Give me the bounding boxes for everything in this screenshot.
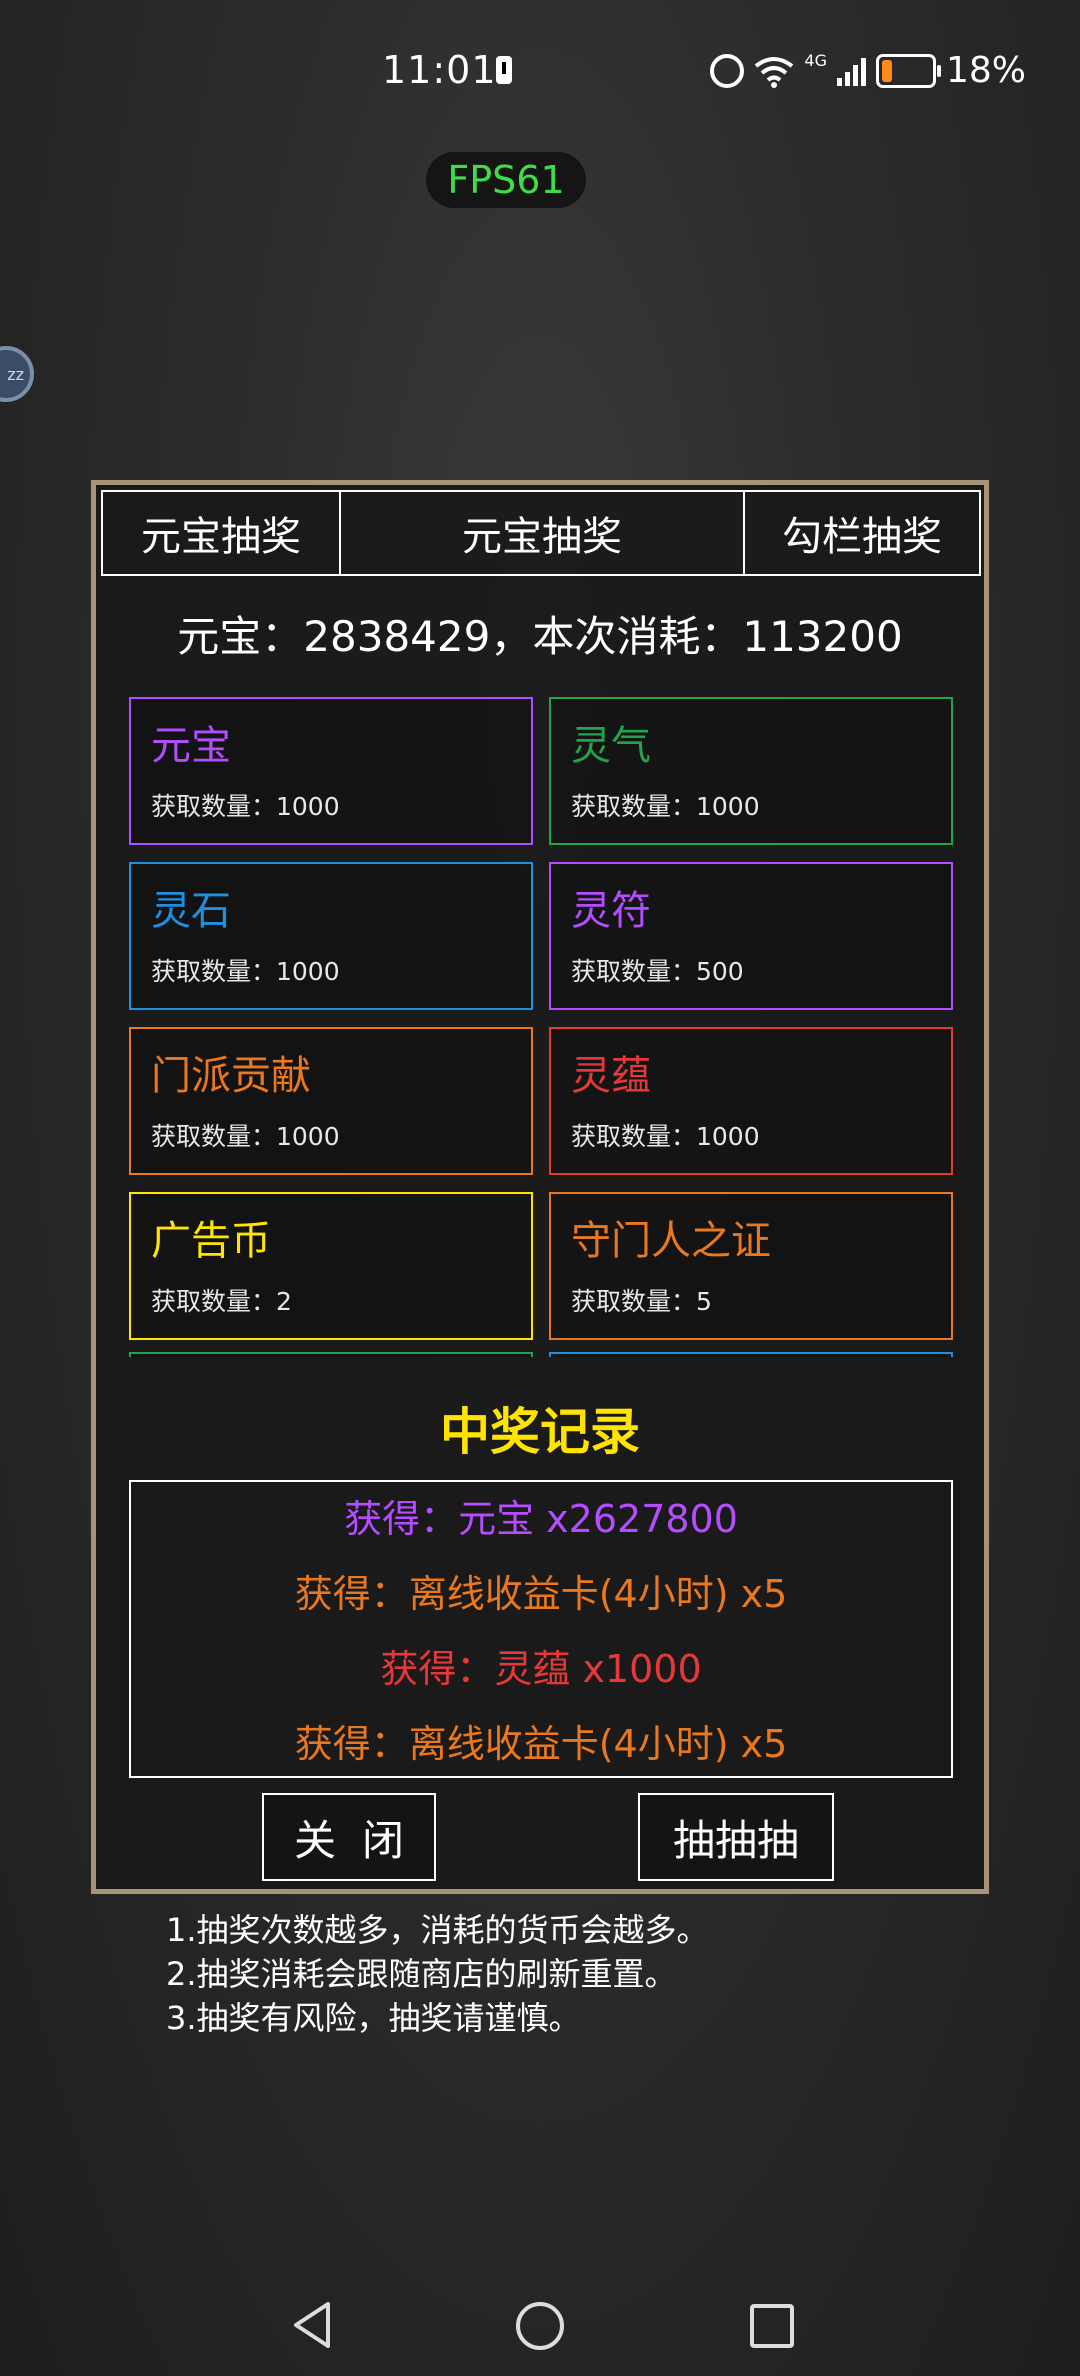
record-item: 获得：离线收益卡(4小时) x5 (294, 1572, 788, 1616)
fps-counter: FPS61 (426, 152, 586, 208)
tab-goulan-lottery[interactable]: 勾栏抽奖 (745, 492, 979, 574)
charging-notification-icon (496, 56, 512, 84)
home-icon[interactable] (516, 2302, 564, 2350)
recent-apps-icon[interactable] (750, 2304, 794, 2348)
prize-name: 灵气 (571, 723, 651, 769)
currency-cost-line: 元宝：2838429，本次消耗：113200 (177, 612, 903, 661)
prize-quantity: 获取数量：500 (571, 957, 744, 986)
prize-name: 元宝 (151, 723, 231, 769)
prize-card[interactable]: 灵气 获取数量：1000 (549, 697, 953, 845)
tab-yuanbao-lottery-1[interactable]: 元宝抽奖 (103, 492, 341, 574)
prize-name: 广告币 (151, 1218, 271, 1264)
prize-card[interactable]: 门派贡献 获取数量：1000 (129, 1027, 533, 1175)
draw-button[interactable]: 抽抽抽 (638, 1793, 834, 1881)
prize-quantity: 获取数量：1000 (571, 792, 760, 821)
prize-card[interactable]: 灵符 获取数量：500 (549, 862, 953, 1010)
prize-card-partial[interactable] (129, 1352, 533, 1357)
prize-card[interactable]: 广告币 获取数量：2 (129, 1192, 533, 1340)
tab-yuanbao-lottery-2[interactable]: 元宝抽奖 (341, 492, 745, 574)
prize-name: 门派贡献 (151, 1053, 311, 1099)
lottery-panel: 元宝抽奖 元宝抽奖 勾栏抽奖 元宝：2838429，本次消耗：113200 元宝… (91, 480, 989, 1894)
back-icon[interactable] (290, 2300, 334, 2350)
prize-card[interactable]: 元宝 获取数量：1000 (129, 697, 533, 845)
prize-card[interactable]: 守门人之证 获取数量：5 (549, 1192, 953, 1340)
status-time: 11:01 (382, 48, 497, 92)
prize-quantity: 获取数量：1000 (151, 957, 340, 986)
prize-name: 守门人之证 (571, 1218, 771, 1264)
battery-icon (875, 53, 941, 88)
lottery-notes: 1.抽奖次数越多，消耗的货币会越多。 2.抽奖消耗会跟随商店的刷新重置。 3.抽… (166, 1908, 709, 2040)
system-nav-bar (0, 2280, 1080, 2376)
lottery-tabs: 元宝抽奖 元宝抽奖 勾栏抽奖 (101, 490, 981, 576)
prize-card[interactable]: 灵蕴 获取数量：1000 (549, 1027, 953, 1175)
floating-assistant-button[interactable]: zz (0, 346, 34, 402)
record-item: 获得：离线收益卡(4小时) x5 (294, 1722, 788, 1766)
close-button[interactable]: 关闭 (262, 1793, 436, 1881)
wifi-icon (755, 56, 794, 88)
record-item: 获得：灵蕴 x1000 (380, 1647, 702, 1691)
status-bar: 11:01 4G 18% (0, 0, 1080, 140)
status-icons: 4G 18% (710, 50, 1026, 91)
note-line: 2.抽奖消耗会跟随商店的刷新重置。 (166, 1955, 677, 1993)
records-title: 中奖记录 (440, 1403, 640, 1461)
prize-quantity: 获取数量：1000 (571, 1122, 760, 1151)
prize-card[interactable]: 灵石 获取数量：1000 (129, 862, 533, 1010)
floating-assistant-label: zz (7, 364, 24, 384)
prize-name: 灵蕴 (571, 1053, 651, 1099)
prize-quantity: 获取数量：1000 (151, 1122, 340, 1151)
prize-card-partial[interactable] (549, 1352, 953, 1357)
note-line: 3.抽奖有风险，抽奖请谨慎。 (166, 1999, 581, 2037)
note-line: 1.抽奖次数越多，消耗的货币会越多。 (166, 1911, 709, 1949)
prize-quantity: 获取数量：1000 (151, 792, 340, 821)
record-item: 获得：元宝 x2627800 (344, 1497, 738, 1541)
prize-grid: 元宝 获取数量：1000 灵气 获取数量：1000 灵石 获取数量：1000 灵… (129, 697, 953, 1357)
win-records-list[interactable]: 获得：元宝 x2627800 获得：离线收益卡(4小时) x5 获得：灵蕴 x1… (129, 1480, 953, 1778)
prize-name: 灵石 (151, 888, 231, 934)
prize-name: 灵符 (571, 888, 651, 934)
fps-text: FPS61 (447, 158, 565, 202)
prize-quantity: 获取数量：2 (151, 1287, 292, 1316)
battery-percent: 18% (945, 50, 1026, 91)
alarm-icon (710, 53, 745, 88)
prize-quantity: 获取数量：5 (571, 1287, 712, 1316)
signal-icon (836, 56, 866, 86)
network-type-label: 4G (804, 51, 827, 70)
